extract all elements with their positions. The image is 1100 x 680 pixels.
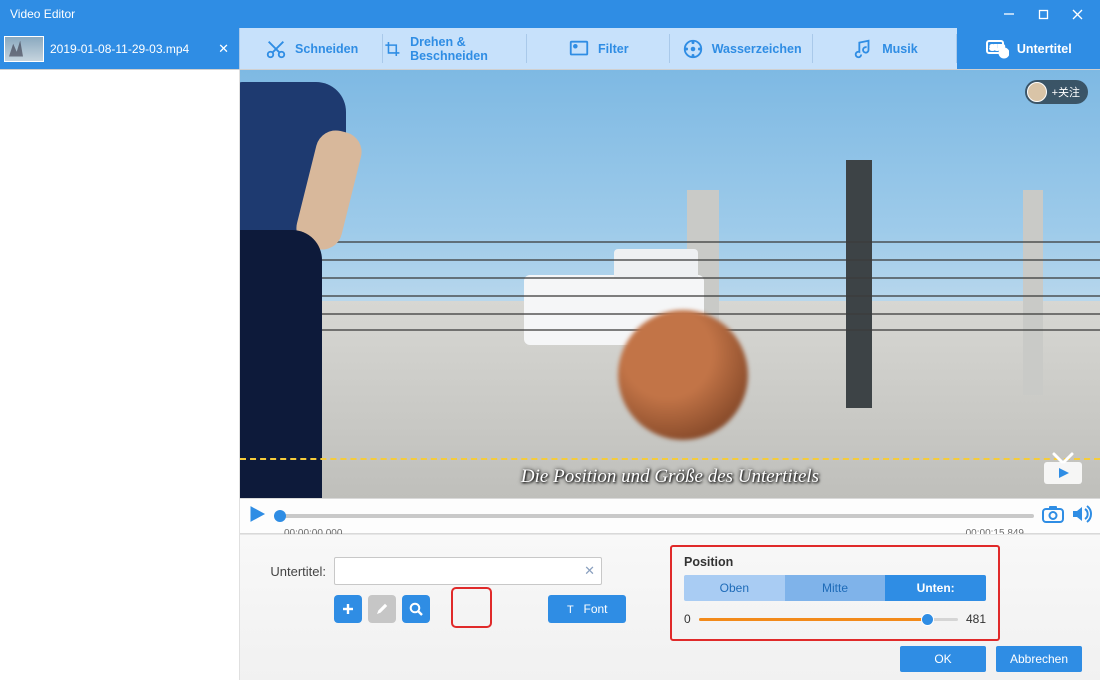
- svg-text:T: T: [567, 604, 574, 615]
- position-slider[interactable]: [699, 611, 958, 627]
- tool-music[interactable]: Musik: [813, 28, 956, 69]
- edit-subtitle-button[interactable]: [368, 595, 396, 623]
- tool-watermark-label: Wasserzeichen: [712, 42, 802, 56]
- tool-cut-label: Schneiden: [295, 42, 358, 56]
- sidebar: [0, 70, 240, 680]
- app-title: Video Editor: [10, 7, 75, 21]
- tv-play-icon[interactable]: [1040, 452, 1086, 488]
- position-top-button[interactable]: Oben: [684, 575, 785, 601]
- seek-head[interactable]: [274, 510, 286, 522]
- position-bottom-button[interactable]: Unten:: [885, 575, 986, 601]
- video-preview[interactable]: +关注 Die Position und Größe des Untertite…: [240, 70, 1100, 498]
- tool-tabs: Schneiden Drehen & Beschneiden Filter Wa…: [240, 28, 1100, 69]
- font-button-label: Font: [583, 602, 607, 616]
- svg-text:T: T: [1001, 51, 1006, 58]
- subtitle-panel: Untertitel: ✕ T Font: [240, 534, 1100, 680]
- cancel-button[interactable]: Abbrechen: [996, 646, 1082, 672]
- transport-bar: 00:00:00.000 00:00:15.849: [240, 498, 1100, 534]
- subtitle-overlay-text: Die Position und Größe des Untertitels: [240, 466, 1100, 488]
- file-name: 2019-01-08-11-29-03.mp4: [50, 42, 214, 56]
- tool-watermark[interactable]: Wasserzeichen: [670, 28, 813, 69]
- follow-label: +关注: [1052, 84, 1080, 100]
- tool-filter-label: Filter: [598, 42, 629, 56]
- avatar: [1027, 82, 1047, 102]
- slider-min-label: 0: [684, 612, 691, 626]
- title-bar: Video Editor: [0, 0, 1100, 28]
- position-panel: Position Oben Mitte Unten: 0 481: [670, 545, 1000, 641]
- window-close-button[interactable]: [1060, 0, 1094, 28]
- font-button[interactable]: T Font: [548, 595, 626, 623]
- tool-rotate-crop-label: Drehen & Beschneiden: [410, 35, 527, 63]
- position-title: Position: [684, 555, 986, 569]
- tool-music-label: Musik: [882, 42, 917, 56]
- file-thumbnail: [4, 36, 44, 62]
- seek-bar[interactable]: 00:00:00.000 00:00:15.849: [274, 507, 1034, 525]
- position-middle-button[interactable]: Mitte: [785, 575, 886, 601]
- subtitle-field-label: Untertitel:: [260, 564, 326, 579]
- file-tab[interactable]: 2019-01-08-11-29-03.mp4 ✕: [0, 28, 240, 69]
- top-row: 2019-01-08-11-29-03.mp4 ✕ Schneiden Dreh…: [0, 28, 1100, 70]
- follow-pill[interactable]: +关注: [1025, 80, 1088, 104]
- volume-button[interactable]: [1072, 505, 1092, 528]
- position-segmented: Oben Mitte Unten:: [684, 575, 986, 601]
- tool-filter[interactable]: Filter: [527, 28, 670, 69]
- search-subtitle-button[interactable]: [402, 595, 430, 623]
- dialog-footer: OK Abbrechen: [900, 646, 1082, 672]
- window-maximize-button[interactable]: [1026, 0, 1060, 28]
- tool-subtitle[interactable]: SUBT Untertitel: [957, 28, 1100, 69]
- subtitle-input[interactable]: ✕: [334, 557, 602, 585]
- slider-knob[interactable]: [921, 613, 934, 626]
- slider-value-label: 481: [966, 612, 986, 626]
- file-tab-close-icon[interactable]: ✕: [214, 41, 233, 57]
- tool-rotate-crop[interactable]: Drehen & Beschneiden: [383, 28, 526, 69]
- snapshot-button[interactable]: [1042, 505, 1064, 528]
- tool-cut[interactable]: Schneiden: [240, 28, 383, 69]
- play-button[interactable]: [248, 505, 266, 528]
- window-minimize-button[interactable]: [992, 0, 1026, 28]
- clear-input-icon[interactable]: ✕: [584, 563, 595, 579]
- ok-button[interactable]: OK: [900, 646, 986, 672]
- add-subtitle-button[interactable]: [334, 595, 362, 623]
- tool-subtitle-label: Untertitel: [1017, 42, 1072, 56]
- subtitle-region-guide: [240, 458, 1100, 460]
